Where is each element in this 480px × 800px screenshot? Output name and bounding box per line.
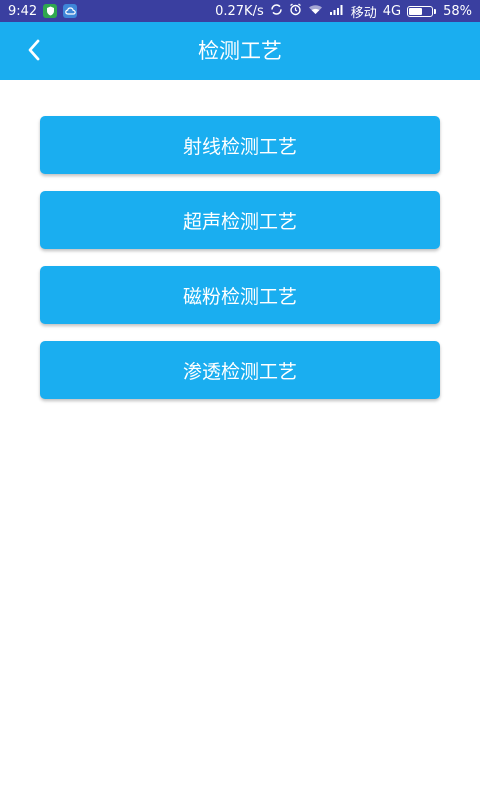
- signal-icon: [329, 4, 345, 19]
- status-bar-left: 9:42: [8, 3, 78, 19]
- network-type: 4G: [382, 3, 402, 19]
- penetrant-testing-button[interactable]: 渗透检测工艺: [40, 341, 440, 399]
- page-title: 检测工艺: [198, 39, 282, 63]
- battery-fill: [409, 7, 422, 15]
- battery-icon: [407, 5, 437, 17]
- status-bar-right: 0.27K/s 移动 4G 58%: [215, 2, 472, 21]
- app-bar: 检测工艺: [0, 22, 480, 80]
- status-bar: 9:42 0.27K/s 移动 4G 58%: [0, 0, 480, 22]
- carrier-name: 移动: [350, 5, 377, 21]
- alarm-icon: [289, 2, 302, 20]
- sync-icon: [270, 3, 283, 20]
- battery-percent: 58%: [443, 3, 472, 19]
- shield-icon: [43, 4, 58, 18]
- network-speed: 0.27K/s: [215, 3, 264, 19]
- magnetic-particle-testing-button[interactable]: 磁粉检测工艺: [40, 266, 440, 324]
- ultrasonic-testing-button[interactable]: 超声检测工艺: [40, 191, 440, 249]
- cloud-icon: [63, 4, 78, 18]
- status-time: 9:42: [8, 3, 38, 19]
- inspection-process-menu: 射线检测工艺 超声检测工艺 磁粉检测工艺 渗透检测工艺: [40, 116, 440, 416]
- radiographic-testing-button[interactable]: 射线检测工艺: [40, 116, 440, 174]
- wifi-icon: [308, 4, 323, 19]
